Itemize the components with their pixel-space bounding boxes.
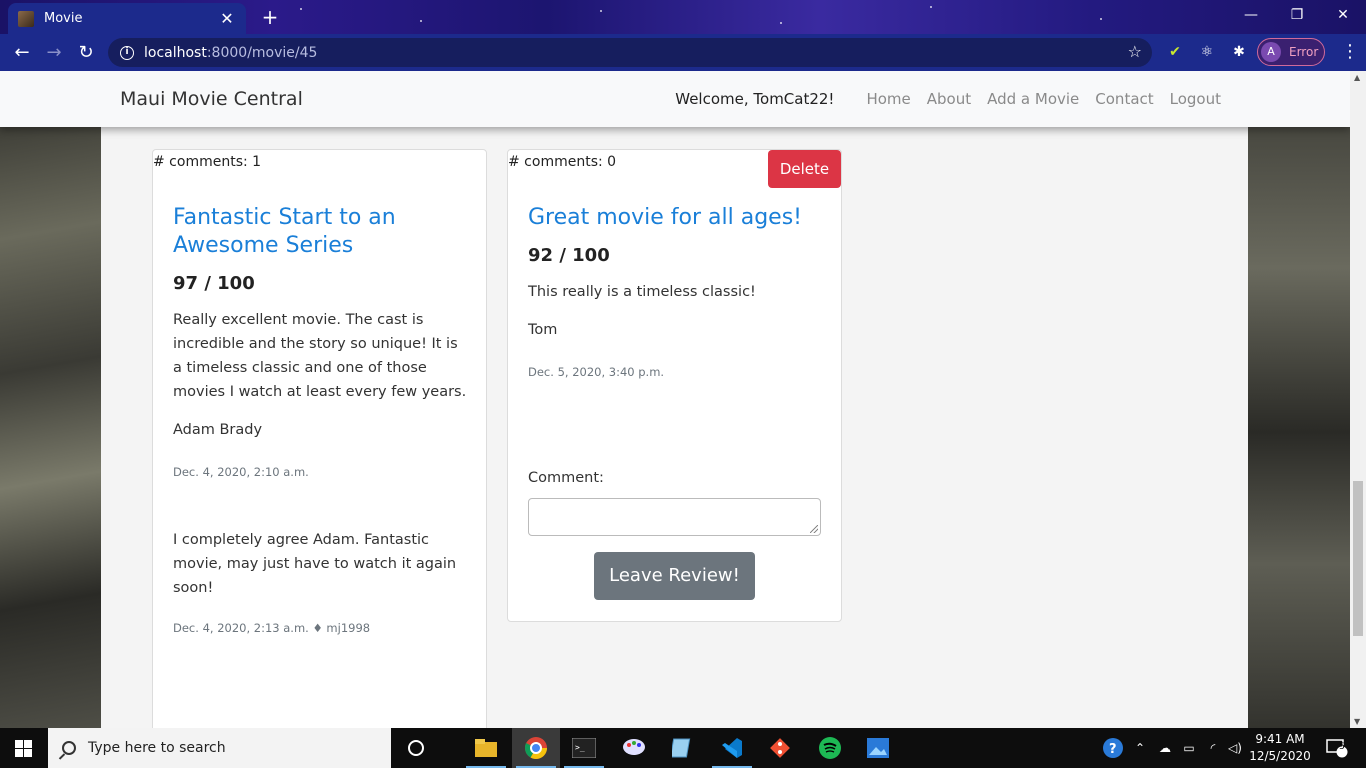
show-hidden-icons-chevron-icon[interactable]: ⌃ — [1130, 728, 1150, 768]
textarea-resize-handle[interactable] — [810, 525, 818, 533]
review-title[interactable]: Great movie for all ages! — [528, 204, 802, 232]
scroll-down-arrow-icon[interactable]: ▼ — [1354, 717, 1360, 726]
browser-toolbar: ← → ↻ i localhost :8000/movie/45 ☆ ✔ ⚛ ✱… — [0, 34, 1366, 71]
review-card: # comments: 1 Fantastic Start to an Awes… — [152, 149, 487, 728]
review-score: 92 / 100 — [528, 245, 610, 266]
background-star — [780, 22, 782, 24]
welcome-message: Welcome, TomCat22! — [675, 90, 835, 108]
delete-button[interactable]: Delete — [768, 150, 841, 188]
background-star — [1100, 18, 1102, 20]
background-texture-left — [0, 71, 101, 728]
review-author: Tom — [528, 322, 558, 338]
review-body: Really excellent movie. The cast is incr… — [173, 312, 467, 400]
background-star — [420, 20, 422, 22]
page-viewport: # comments: 1 Fantastic Start to an Awes… — [0, 71, 1350, 728]
start-button[interactable] — [0, 728, 48, 768]
comment-label: Comment: — [528, 470, 604, 486]
close-window-button[interactable]: ✕ — [1320, 0, 1366, 30]
vscode-icon[interactable] — [708, 728, 756, 768]
address-bar[interactable]: i localhost :8000/movie/45 ☆ — [108, 38, 1152, 67]
windows-logo-icon — [15, 740, 32, 757]
background-texture-right — [1248, 71, 1350, 728]
notification-count: 5 — [1339, 742, 1345, 752]
background-star — [300, 8, 302, 10]
svg-text:>_: >_ — [575, 743, 585, 752]
comments-count: # comments: 0 — [508, 154, 617, 170]
page-scrollbar[interactable]: ▲ ▼ — [1350, 71, 1366, 728]
tab-favicon-icon — [18, 10, 34, 27]
review-title[interactable]: Fantastic Start to an Awesome Series — [173, 204, 433, 260]
browser-tab-strip: Movie ✕ + — ❐ ✕ — [0, 0, 1366, 34]
extension-vee-icon[interactable]: ✔ — [1165, 42, 1185, 62]
help-icon[interactable]: ? — [1100, 728, 1126, 768]
onedrive-error-icon[interactable]: ☁ — [1154, 728, 1176, 768]
review-date: Dec. 4, 2020, 2:10 a.m. — [173, 465, 309, 479]
browser-tab[interactable]: Movie ✕ — [8, 3, 246, 34]
review-card: # comments: 0 Delete Great movie for all… — [507, 149, 842, 622]
git-icon[interactable] — [756, 728, 804, 768]
file-explorer-icon[interactable] — [462, 728, 510, 768]
forward-arrow-icon[interactable]: → — [41, 40, 67, 66]
clock-time: 9:41 AM — [1255, 732, 1305, 746]
taskbar-search[interactable]: Type here to search — [48, 728, 391, 768]
browser-menu-icon[interactable]: ⋮ — [1340, 40, 1360, 66]
paint-icon[interactable] — [610, 728, 658, 768]
leave-review-button[interactable]: Leave Review! — [594, 552, 755, 600]
system-clock[interactable]: 9:41 AM 12/5/2020 — [1248, 731, 1312, 765]
reload-icon[interactable]: ↻ — [73, 40, 99, 66]
url-host: localhost — [144, 44, 207, 61]
review-score: 97 / 100 — [173, 273, 255, 294]
review-author: Adam Brady — [173, 422, 263, 438]
chrome-icon[interactable] — [512, 728, 560, 768]
bookmark-star-icon[interactable]: ☆ — [1128, 42, 1142, 61]
notification-center-icon[interactable]: 5 — [1320, 728, 1354, 768]
nav-link-about[interactable]: About — [927, 90, 971, 108]
nav-link-add-movie[interactable]: Add a Movie — [987, 90, 1079, 108]
restore-button[interactable]: ❐ — [1274, 0, 1320, 30]
comment-meta: Dec. 4, 2020, 2:13 a.m. ♦ mj1998 — [173, 621, 371, 635]
minimize-button[interactable]: — — [1228, 0, 1274, 30]
review-body: This really is a timeless classic! — [528, 284, 756, 300]
battery-icon[interactable]: ▭ — [1178, 728, 1200, 768]
site-navbar: Maui Movie Central Welcome, TomCat22! Ho… — [0, 71, 1350, 127]
background-star — [930, 6, 932, 8]
profile-status: Error — [1289, 45, 1319, 59]
react-devtools-icon[interactable]: ⚛ — [1197, 42, 1217, 62]
clock-date: 12/5/2020 — [1249, 749, 1311, 763]
nav-link-home[interactable]: Home — [866, 90, 910, 108]
nav-link-contact[interactable]: Contact — [1095, 90, 1153, 108]
new-tab-button[interactable]: + — [258, 6, 282, 30]
nav-links: Welcome, TomCat22! Home About Add a Movi… — [675, 90, 1221, 108]
extensions-puzzle-icon[interactable]: ✱ — [1229, 42, 1249, 62]
cortana-icon[interactable] — [392, 728, 440, 768]
profile-avatar: A — [1261, 42, 1281, 62]
comment-textarea[interactable] — [528, 498, 821, 536]
notepad-icon[interactable] — [658, 728, 706, 768]
url-path: :8000/movie/45 — [206, 44, 318, 61]
wifi-icon[interactable]: ◜ — [1202, 728, 1224, 768]
profile-button[interactable]: A Error — [1257, 38, 1325, 66]
photos-icon[interactable] — [854, 728, 902, 768]
nav-link-logout[interactable]: Logout — [1170, 90, 1221, 108]
back-arrow-icon[interactable]: ← — [9, 40, 35, 66]
windows-taskbar: Type here to search >_ ? ⌃ ☁ ▭ ◜ ◁) 9:41… — [0, 728, 1366, 768]
terminal-icon[interactable]: >_ — [560, 728, 608, 768]
tab-title: Movie — [44, 11, 83, 26]
site-info-icon[interactable]: i — [120, 45, 134, 60]
spotify-icon[interactable] — [806, 728, 854, 768]
search-placeholder: Type here to search — [88, 740, 226, 756]
comments-count: # comments: 1 — [153, 154, 262, 170]
site-brand[interactable]: Maui Movie Central — [120, 88, 303, 110]
search-icon — [62, 741, 76, 755]
svg-text:?: ? — [1109, 742, 1117, 757]
comment-text: I completely agree Adam. Fantastic movie… — [173, 532, 457, 596]
review-date: Dec. 5, 2020, 3:40 p.m. — [528, 365, 665, 379]
volume-icon[interactable]: ◁) — [1224, 728, 1246, 768]
tab-close-icon[interactable]: ✕ — [218, 9, 236, 28]
scroll-up-arrow-icon[interactable]: ▲ — [1354, 73, 1360, 82]
background-star — [600, 10, 602, 12]
scroll-thumb[interactable] — [1353, 481, 1363, 636]
